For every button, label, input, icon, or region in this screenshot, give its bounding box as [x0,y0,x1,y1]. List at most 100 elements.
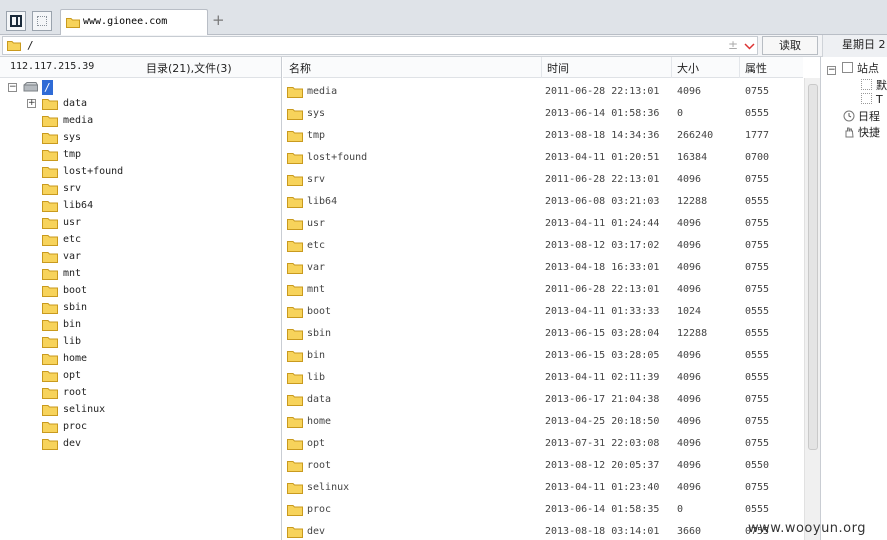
address-bar: / ± 读取 星期日 2 [0,35,887,57]
column-divider[interactable] [671,57,672,78]
folder-icon [287,175,303,186]
file-size: 4096 [677,240,702,251]
schedule-item[interactable]: 日程 [843,108,880,124]
file-row[interactable]: proc 2013-06-14 01:58:35 0 0555 [283,499,803,521]
file-attr: 0755 [745,174,770,185]
folder-icon [42,98,58,110]
page-icon [861,93,872,104]
file-row[interactable]: lost+found 2013-04-11 01:20:51 16384 0700 [283,147,803,169]
file-row[interactable]: home 2013-04-25 20:18:50 4096 0755 [283,411,803,433]
file-row[interactable]: dev 2013-08-18 03:14:01 3660 0755 [283,521,803,540]
bookmark-toggle-icon[interactable]: ± [728,38,738,52]
file-row[interactable]: selinux 2013-04-11 01:23:40 4096 0755 [283,477,803,499]
blank-tab-button[interactable] [32,11,52,31]
column-time[interactable]: 时间 [547,60,569,76]
tree-item[interactable]: proc [42,418,87,435]
tree-item[interactable]: data [42,95,87,112]
right-panel: − 站点 默 T 日程 快捷 [820,57,887,540]
column-name[interactable]: 名称 [289,60,311,76]
file-name: media [307,86,338,97]
file-row[interactable]: opt 2013-07-31 22:03:08 4096 0755 [283,433,803,455]
tree-item[interactable]: sys [42,129,81,146]
file-time: 2013-06-17 21:04:38 [545,394,660,405]
tree-item[interactable]: var [42,248,81,265]
server-ip: 112.117.215.39 [10,61,95,72]
file-row[interactable]: tmp 2013-08-18 14:34:36 266240 1777 [283,125,803,147]
file-time: 2013-06-08 03:21:03 [545,196,660,207]
file-row[interactable]: boot 2013-04-11 01:33:33 1024 0555 [283,301,803,323]
folder-icon [287,197,303,208]
tree-item[interactable]: srv [42,180,81,197]
tree-item[interactable]: sbin [42,299,87,316]
file-attr: 0555 [745,372,770,383]
tree-item[interactable]: usr [42,214,81,231]
file-name: opt [307,438,326,449]
tree-item-label: lost+found [63,166,124,177]
file-row[interactable]: mnt 2011-06-28 22:13:01 4096 0755 [283,279,803,301]
file-row[interactable]: bin 2013-06-15 03:28:05 4096 0555 [283,345,803,367]
collapse-root-icon[interactable]: − [8,83,17,92]
folder-icon [287,307,303,318]
file-attr: 0555 [745,108,770,119]
vertical-scrollbar[interactable] [804,78,820,540]
tree-item[interactable]: boot [42,282,87,299]
file-row[interactable]: lib64 2013-06-08 03:21:03 12288 0555 [283,191,803,213]
file-row[interactable]: root 2013-08-12 20:05:37 4096 0550 [283,455,803,477]
file-row[interactable]: data 2013-06-17 21:04:38 4096 0755 [283,389,803,411]
folder-icon [42,370,58,382]
column-divider[interactable] [541,57,542,78]
shortcut-item[interactable]: 快捷 [843,124,880,140]
file-row[interactable]: etc 2013-08-12 03:17:02 4096 0755 [283,235,803,257]
scrollbar-thumb[interactable] [808,84,818,450]
file-row[interactable]: var 2013-04-18 16:33:01 4096 0755 [283,257,803,279]
path-input[interactable]: / ± [2,36,758,55]
site-sub-label: T [876,93,883,106]
file-row[interactable]: sys 2013-06-14 01:58:36 0 0555 [283,103,803,125]
file-time: 2013-04-11 01:23:40 [545,482,660,493]
tree-item[interactable]: opt [42,367,81,384]
tree-item[interactable]: dev [42,435,81,452]
file-row[interactable]: sbin 2013-06-15 03:28:04 12288 0555 [283,323,803,345]
column-divider[interactable] [739,57,740,78]
file-time: 2013-04-11 01:24:44 [545,218,660,229]
tree-item[interactable]: etc [42,231,81,248]
file-attr: 0755 [745,284,770,295]
folder-icon [287,527,303,538]
site-sub-item[interactable]: 默 [861,77,887,93]
tree-item-label: sbin [63,302,88,313]
tree-item[interactable]: selinux [42,401,105,418]
tree-root[interactable]: / [42,80,53,95]
file-time: 2011-06-28 22:13:01 [545,174,660,185]
tree-item[interactable]: lost+found [42,163,123,180]
tree-item[interactable]: lib [42,333,81,350]
collapse-icon[interactable]: − [827,66,836,75]
file-row[interactable]: usr 2013-04-11 01:24:44 4096 0755 [283,213,803,235]
chevron-down-icon[interactable] [744,38,755,54]
tree-item[interactable]: root [42,384,87,401]
expand-icon[interactable]: + [27,99,36,108]
tree-item[interactable]: home [42,350,87,367]
site-sub-item[interactable]: T [861,93,883,109]
file-time: 2011-06-28 22:13:01 [545,86,660,97]
site-icon [842,62,853,73]
file-row[interactable]: srv 2011-06-28 22:13:01 4096 0755 [283,169,803,191]
tab-gionee[interactable]: www.gionee.com [60,9,208,35]
new-tab-button[interactable]: + [212,11,225,29]
panel-toggle-button[interactable] [6,11,26,31]
file-attr: 0755 [745,86,770,97]
tree-item[interactable]: mnt [42,265,81,282]
file-row[interactable]: lib 2013-04-11 02:11:39 4096 0555 [283,367,803,389]
column-size[interactable]: 大小 [677,60,699,76]
folder-icon [42,234,58,246]
tree-item[interactable]: tmp [42,146,81,163]
file-time: 2013-04-25 20:18:50 [545,416,660,427]
site-root-item[interactable]: − 站点 [827,60,879,76]
file-row[interactable]: media 2011-06-28 22:13:01 4096 0755 [283,81,803,103]
folder-icon [287,483,303,494]
tree-item[interactable]: bin [42,316,81,333]
column-attr[interactable]: 属性 [745,60,767,76]
file-name: boot [307,306,332,317]
tree-item[interactable]: lib64 [42,197,93,214]
tree-item[interactable]: media [42,112,93,129]
read-button[interactable]: 读取 [762,36,818,55]
